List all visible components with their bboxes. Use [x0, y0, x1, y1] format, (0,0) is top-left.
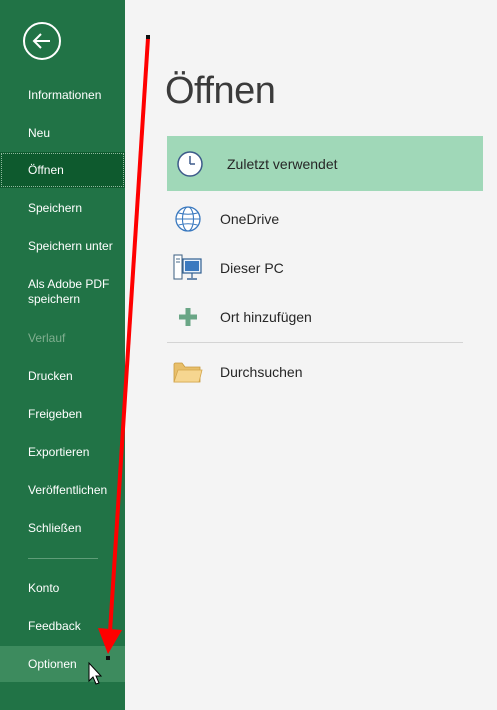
nav-item-als-adobe-pdf-speichern[interactable]: Als Adobe PDF speichern [0, 270, 125, 314]
location-onedrive[interactable]: OneDrive [167, 194, 483, 243]
folder-icon [173, 357, 203, 387]
nav-label: Speichern [28, 200, 83, 215]
nav-item-speichern-unter[interactable]: Speichern unter [0, 228, 125, 264]
nav-item-feedback[interactable]: Feedback [0, 608, 125, 644]
computer-icon [173, 253, 203, 283]
backstage-sidebar: Informationen Neu Öffnen Speichern Speic… [0, 0, 125, 710]
back-arrow-icon [32, 33, 50, 49]
location-divider [167, 342, 463, 343]
nav-label: Speichern unter [28, 238, 113, 253]
nav-label: Schließen [28, 520, 82, 535]
nav-label: Veröffentlichen [28, 482, 108, 497]
nav-item-speichern[interactable]: Speichern [0, 190, 125, 226]
nav-label: Optionen [28, 656, 77, 671]
nav-label: Als Adobe PDF speichern [28, 277, 110, 306]
nav-item-freigeben[interactable]: Freigeben [0, 396, 125, 432]
nav-label: Feedback [28, 618, 81, 633]
location-label: Zuletzt verwendet [227, 155, 338, 172]
nav-item-konto[interactable]: Konto [0, 570, 125, 606]
page-title: Öffnen [165, 70, 276, 112]
location-label: Ort hinzufügen [220, 308, 312, 325]
location-ort-hinzufuegen[interactable]: Ort hinzufügen [167, 292, 483, 341]
nav-item-neu[interactable]: Neu [0, 115, 125, 151]
nav-item-drucken[interactable]: Drucken [0, 358, 125, 394]
open-pane: Öffnen Zuletzt verwendet OneDrive Dieser… [125, 0, 497, 710]
nav-item-exportieren[interactable]: Exportieren [0, 434, 125, 470]
location-durchsuchen[interactable]: Durchsuchen [167, 347, 483, 396]
nav-item-optionen[interactable]: Optionen [0, 646, 125, 682]
nav-item-oeffnen[interactable]: Öffnen [0, 152, 125, 188]
location-zuletzt-verwendet[interactable]: Zuletzt verwendet [167, 136, 483, 191]
nav-item-schliessen[interactable]: Schließen [0, 510, 125, 546]
clock-icon [175, 149, 205, 179]
nav-label: Exportieren [28, 444, 90, 459]
nav-label: Verlauf [28, 330, 66, 345]
nav-label: Öffnen [28, 162, 64, 177]
nav-label: Neu [28, 125, 51, 140]
location-label: Dieser PC [220, 259, 284, 276]
location-dieser-pc[interactable]: Dieser PC [167, 243, 483, 292]
nav-divider [28, 558, 98, 559]
nav-label: Konto [28, 580, 60, 595]
back-button[interactable] [23, 22, 61, 60]
nav-label: Freigeben [28, 406, 83, 421]
globe-icon [173, 204, 203, 234]
nav-item-informationen[interactable]: Informationen [0, 77, 125, 113]
nav-label: Informationen [28, 87, 102, 102]
plus-icon [173, 302, 203, 332]
nav-item-veroeffentlichen[interactable]: Veröffentlichen [0, 472, 125, 508]
nav-item-verlauf: Verlauf [0, 320, 125, 356]
nav-label: Drucken [28, 368, 73, 383]
location-label: OneDrive [220, 210, 280, 227]
location-label: Durchsuchen [220, 363, 303, 380]
